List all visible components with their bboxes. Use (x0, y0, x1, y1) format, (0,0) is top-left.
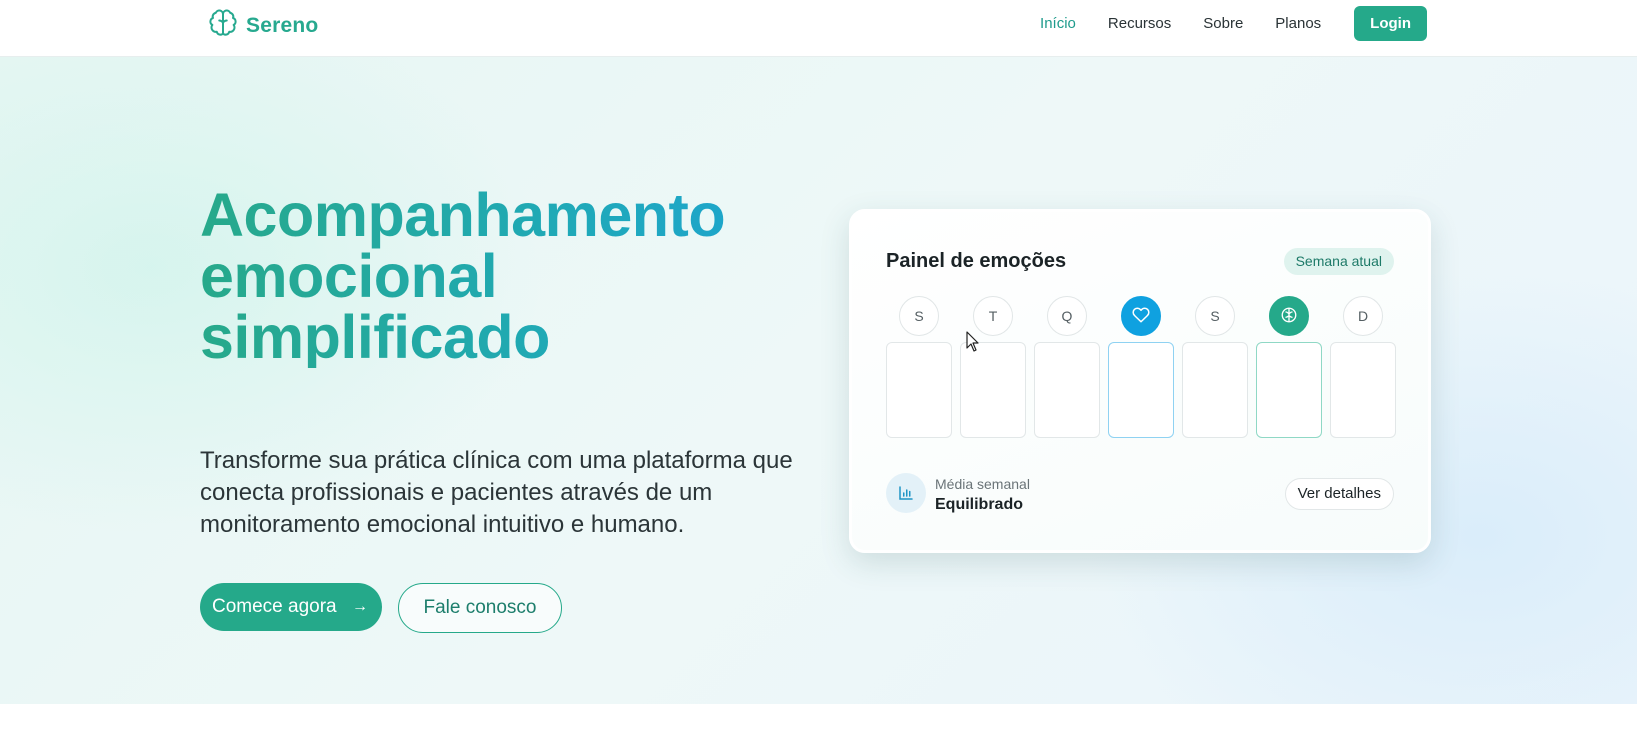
hero-title-line-2: emocional (200, 242, 498, 310)
day-entry-friday[interactable] (1182, 342, 1248, 438)
start-now-button[interactable]: Comece agora → (200, 583, 382, 631)
day-entry-saturday[interactable] (1256, 342, 1322, 438)
nav-link-planos[interactable]: Planos (1275, 15, 1321, 32)
nav-link-recursos[interactable]: Recursos (1108, 15, 1171, 32)
day-entry-wednesday[interactable] (1034, 342, 1100, 438)
nav-link-sobre[interactable]: Sobre (1203, 15, 1243, 32)
start-now-label: Comece agora (212, 596, 337, 617)
day-button-monday[interactable]: S (899, 296, 939, 336)
day-label: T (988, 308, 998, 324)
contact-us-label: Fale conosco (423, 597, 537, 618)
brain-icon (1280, 306, 1298, 327)
brain-logo-icon (208, 8, 238, 43)
hero-title-line-1: Acompanhamento (200, 181, 726, 249)
hero-title: Acompanhamento emocional simplificado (200, 185, 840, 368)
top-navbar: Sereno Início Recursos Sobre Planos Logi… (0, 0, 1637, 57)
emotion-panel-card: Painel de emoções Semana atual S T Q S D… (849, 209, 1431, 553)
heart-icon (1132, 306, 1150, 327)
panel-title: Painel de emoções (886, 250, 1067, 272)
day-button-wednesday[interactable]: Q (1047, 296, 1087, 336)
day-label: S (1210, 308, 1220, 324)
day-button-saturday[interactable] (1269, 296, 1309, 336)
day-entry-sunday[interactable] (1330, 342, 1396, 438)
hero-title-line-3: simplificado (200, 303, 550, 371)
view-details-button[interactable]: Ver detalhes (1284, 478, 1394, 510)
day-entry-monday[interactable] (886, 342, 952, 438)
arrow-right-icon: → (352, 598, 368, 615)
day-button-sunday[interactable]: D (1343, 296, 1383, 336)
nav-links: Início Recursos Sobre Planos Login (1008, 6, 1427, 41)
weekly-average-label: Média semanal (935, 476, 1030, 492)
day-label: S (914, 308, 924, 324)
mouse-cursor-icon (966, 331, 980, 357)
brand-logo-link[interactable]: Sereno (208, 8, 318, 43)
day-label: D (1357, 308, 1369, 324)
week-days-grid: S T Q S D (886, 296, 1396, 438)
day-button-thursday[interactable] (1121, 296, 1161, 336)
contact-us-button[interactable]: Fale conosco (398, 583, 562, 633)
day-entry-thursday[interactable] (1108, 342, 1174, 438)
day-button-friday[interactable]: S (1195, 296, 1235, 336)
login-button[interactable]: Login (1354, 6, 1427, 41)
nav-link-inicio[interactable]: Início (1040, 15, 1076, 32)
day-button-tuesday[interactable]: T (973, 296, 1013, 336)
day-label: Q (1061, 308, 1073, 324)
weekly-average-value: Equilibrado (935, 496, 1023, 513)
current-week-badge: Semana atual (1283, 248, 1394, 275)
brand-name: Sereno (246, 13, 319, 37)
bar-chart-icon (886, 473, 926, 513)
hero-subtitle: Transforme sua prática clínica com uma p… (200, 447, 793, 538)
